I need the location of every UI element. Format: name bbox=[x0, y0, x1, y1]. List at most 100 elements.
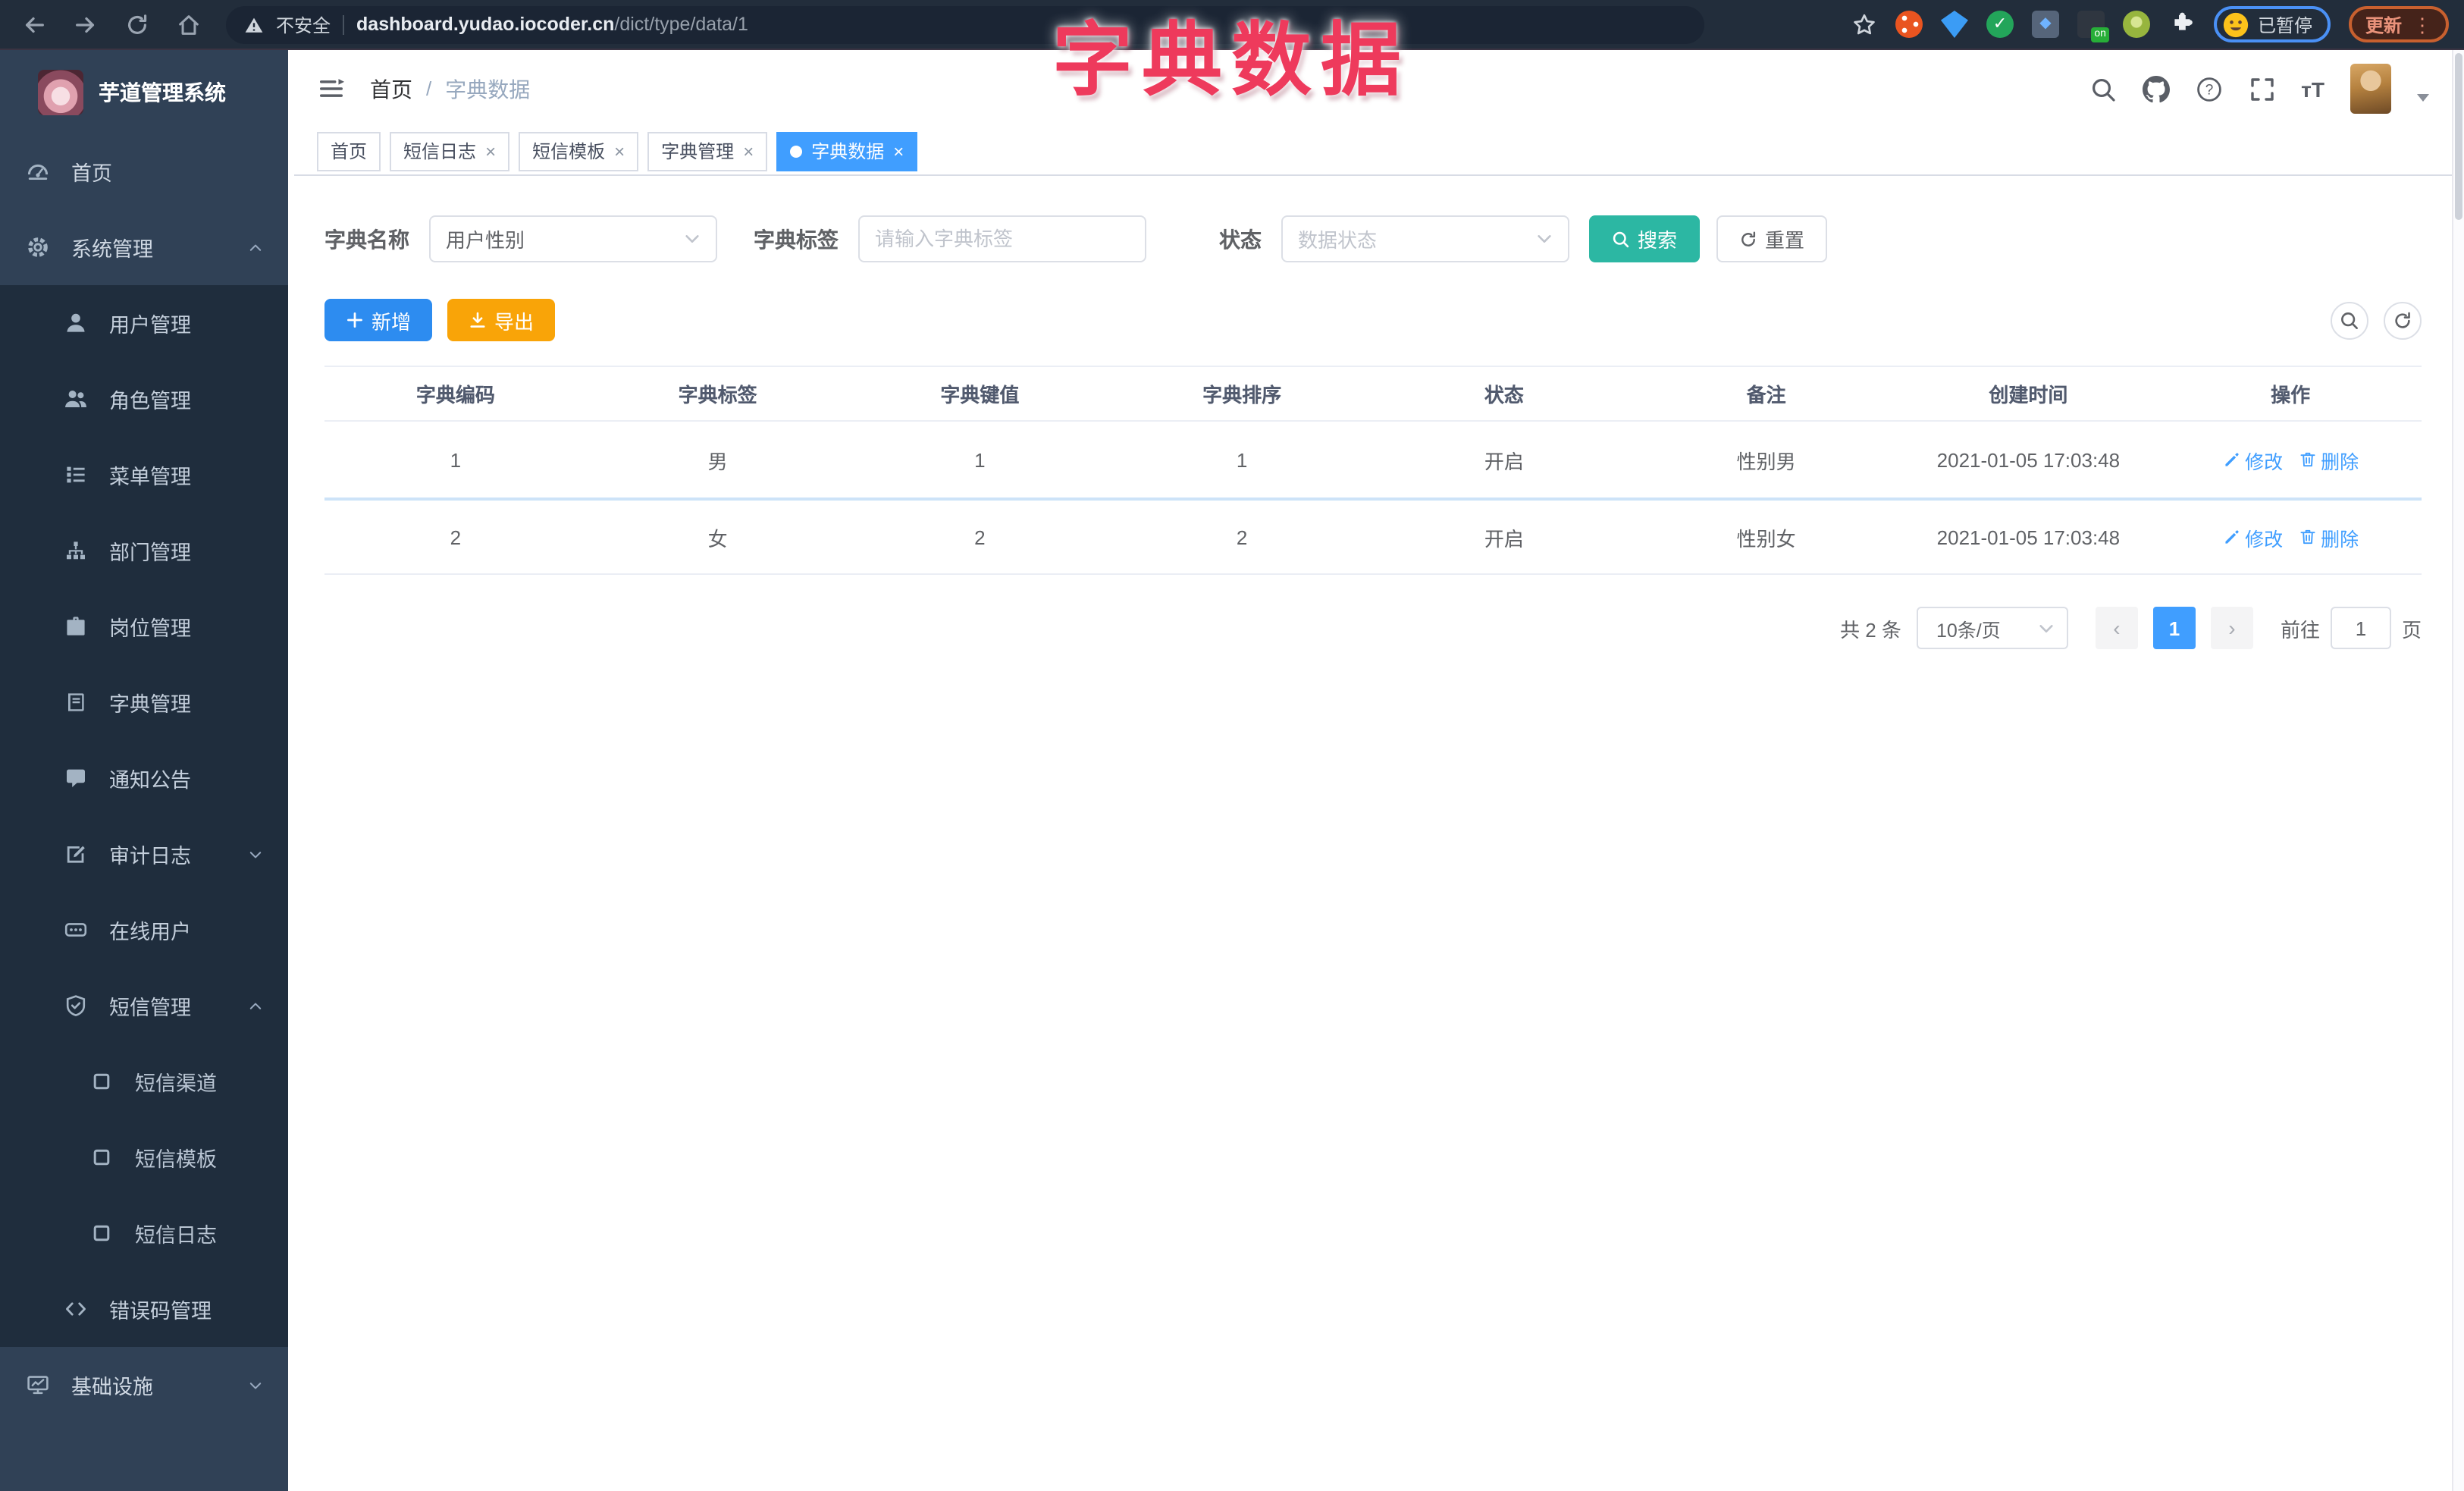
toggle-search-button[interactable] bbox=[2331, 301, 2368, 339]
dict-tag-input[interactable] bbox=[858, 215, 1146, 262]
reload-icon[interactable] bbox=[124, 11, 150, 37]
cell-actions: 修改 删除 bbox=[2159, 523, 2422, 551]
app-logo[interactable]: 芋道管理系统 bbox=[0, 50, 288, 133]
pagination-total: 共 2 条 bbox=[1840, 618, 1901, 641]
tab-label: 短信模板 bbox=[532, 141, 606, 162]
extension-icon[interactable]: ◆ bbox=[2031, 11, 2059, 38]
sidebar-item-menu-management[interactable]: 菜单管理 bbox=[0, 437, 288, 513]
scrollbar-thumb[interactable] bbox=[2455, 53, 2462, 220]
table-row[interactable]: 2 女 2 2 开启 性别女 2021-01-05 17:03:48 修改 删除 bbox=[324, 498, 2422, 573]
sidebar-item-label: 通知公告 bbox=[109, 769, 191, 792]
tab-home[interactable]: 首页 bbox=[317, 131, 381, 171]
user-avatar[interactable] bbox=[2350, 64, 2391, 114]
update-label: 更新 bbox=[2365, 14, 2402, 36]
breadcrumb-home[interactable]: 首页 bbox=[370, 74, 412, 104]
export-button[interactable]: 导出 bbox=[447, 299, 556, 341]
add-button[interactable]: 新增 bbox=[324, 299, 433, 341]
browser-update-button[interactable]: 更新 ⋮ bbox=[2348, 6, 2449, 42]
logo-image bbox=[38, 69, 83, 115]
security-label[interactable]: 不安全 bbox=[276, 11, 331, 37]
search-icon[interactable] bbox=[2089, 75, 2116, 102]
tab-sms-template[interactable]: 短信模板 × bbox=[519, 131, 639, 171]
tab-dict-data[interactable]: 字典数据 × bbox=[776, 131, 918, 171]
github-icon[interactable] bbox=[2142, 75, 2170, 102]
chevron-up-icon bbox=[247, 997, 264, 1014]
extension-icon[interactable]: ✓ bbox=[1986, 11, 2014, 38]
help-icon[interactable]: ? bbox=[2195, 75, 2222, 102]
browser-menu-icon[interactable]: ⋮ bbox=[2412, 14, 2432, 34]
avatar-caret-icon[interactable] bbox=[2417, 94, 2429, 102]
reset-button[interactable]: 重置 bbox=[1716, 215, 1828, 262]
current-page-button[interactable]: 1 bbox=[2152, 607, 2196, 649]
extension-icon[interactable] bbox=[1940, 11, 1968, 38]
hamburger-icon[interactable] bbox=[317, 74, 346, 103]
cell-label: 女 bbox=[707, 527, 728, 550]
sidebar-item-user-management[interactable]: 用户管理 bbox=[0, 285, 288, 361]
sidebar-item-department-management[interactable]: 部门管理 bbox=[0, 513, 288, 589]
menu-list-icon bbox=[64, 463, 88, 487]
fullscreen-icon[interactable] bbox=[2248, 75, 2275, 102]
edit-link[interactable]: 修改 bbox=[2222, 445, 2283, 474]
page-size-select[interactable]: 10条/页 bbox=[1916, 607, 2068, 649]
sidebar-item-infrastructure[interactable]: 基础设施 bbox=[0, 1347, 288, 1423]
bookmark-star-icon[interactable] bbox=[1851, 11, 1877, 37]
forward-icon[interactable] bbox=[73, 11, 99, 37]
sidebar-item-system-management[interactable]: 系统管理 bbox=[0, 209, 288, 285]
goto-page-input[interactable] bbox=[2330, 607, 2391, 649]
dict-name-value: 用户性别 bbox=[446, 229, 525, 252]
close-icon[interactable]: × bbox=[485, 142, 496, 160]
column-header: 状态 bbox=[1484, 384, 1524, 406]
tab-sms-log[interactable]: 短信日志 × bbox=[390, 131, 510, 171]
close-icon[interactable]: × bbox=[743, 142, 754, 160]
close-icon[interactable]: × bbox=[893, 142, 904, 160]
url-text[interactable]: dashboard.yudao.iocoder.cn/dict/type/dat… bbox=[356, 14, 748, 35]
sidebar-item-post-management[interactable]: 岗位管理 bbox=[0, 589, 288, 664]
sidebar-item-online-users[interactable]: 在线用户 bbox=[0, 892, 288, 968]
cell-code: 1 bbox=[450, 448, 462, 471]
font-size-icon[interactable]: тT bbox=[2301, 77, 2324, 101]
active-tab-dot bbox=[790, 145, 803, 157]
profile-paused-pill[interactable]: 已暂停 bbox=[2213, 6, 2331, 42]
sidebar-item-role-management[interactable]: 角色管理 bbox=[0, 361, 288, 437]
sidebar-item-label: 在线用户 bbox=[109, 921, 191, 943]
prev-page-button[interactable]: ‹ bbox=[2095, 607, 2138, 649]
sidebar-item-label: 首页 bbox=[71, 162, 112, 185]
back-icon[interactable] bbox=[21, 11, 47, 37]
sidebar-item-sms-channel[interactable]: 短信渠道 bbox=[0, 1044, 288, 1119]
page-size-value: 10条/页 bbox=[1936, 620, 2001, 641]
table-header-row: 字典编码 字典标签 字典键值 字典排序 状态 备注 创建时间 操作 bbox=[324, 367, 2422, 422]
address-bar[interactable]: 不安全 dashboard.yudao.iocoder.cn/dict/type… bbox=[226, 5, 1704, 43]
sidebar-item-sms-log[interactable]: 短信日志 bbox=[0, 1195, 288, 1271]
sidebar-item-sms-template[interactable]: 短信模板 bbox=[0, 1119, 288, 1195]
sidebar-item-dict-management[interactable]: 字典管理 bbox=[0, 664, 288, 740]
extensions-puzzle-icon[interactable] bbox=[2168, 11, 2196, 38]
delete-link[interactable]: 删除 bbox=[2298, 523, 2359, 551]
home-icon[interactable] bbox=[176, 11, 202, 37]
extension-icon[interactable]: on bbox=[2077, 11, 2109, 42]
next-page-button[interactable]: › bbox=[2210, 607, 2253, 649]
edit-link[interactable]: 修改 bbox=[2222, 523, 2283, 551]
sidebar-item-error-code-management[interactable]: 错误码管理 bbox=[0, 1271, 288, 1347]
extension-icon[interactable] bbox=[1895, 11, 1923, 38]
dict-name-select[interactable]: 用户性别 bbox=[429, 215, 717, 262]
refresh-table-button[interactable] bbox=[2384, 301, 2422, 339]
sidebar-item-announcement[interactable]: 通知公告 bbox=[0, 740, 288, 816]
dict-tag-label: 字典标签 bbox=[754, 227, 839, 251]
sidebar-item-home[interactable]: 首页 bbox=[0, 133, 288, 209]
page-scrollbar[interactable] bbox=[2452, 50, 2464, 1491]
table-row[interactable]: 1 男 1 1 开启 性别男 2021-01-05 17:03:48 修改 删除 bbox=[324, 422, 2422, 498]
close-icon[interactable]: × bbox=[614, 142, 625, 160]
tab-dict-management[interactable]: 字典管理 × bbox=[647, 131, 768, 171]
sidebar-item-label: 字典管理 bbox=[109, 693, 191, 716]
sidebar-scrollbar[interactable] bbox=[288, 50, 294, 1491]
extension-icon[interactable] bbox=[2122, 11, 2150, 38]
status-select[interactable]: 数据状态 bbox=[1281, 215, 1569, 262]
search-button[interactable]: 搜索 bbox=[1589, 215, 1701, 262]
delete-link[interactable]: 删除 bbox=[2298, 445, 2359, 474]
page-content: 字典名称 用户性别 字典标签 状态 数据状态 搜索 bbox=[294, 176, 2452, 649]
gear-icon bbox=[26, 235, 50, 259]
chevron-up-icon bbox=[247, 239, 264, 256]
sidebar-item-sms-management[interactable]: 短信管理 bbox=[0, 968, 288, 1044]
users-icon bbox=[64, 387, 88, 411]
sidebar-item-audit-log[interactable]: 审计日志 bbox=[0, 816, 288, 892]
